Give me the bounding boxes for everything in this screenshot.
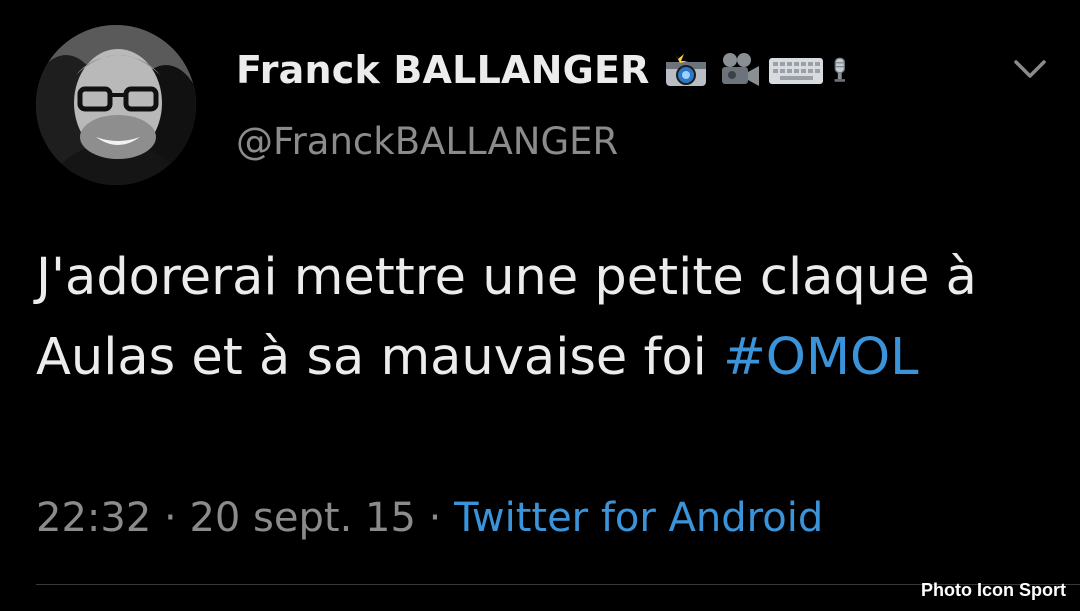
user-handle[interactable]: @FranckBALLANGER bbox=[236, 120, 618, 163]
display-name[interactable]: Franck BALLANGER bbox=[236, 48, 650, 92]
camera-flash-icon bbox=[665, 52, 706, 86]
avatar[interactable] bbox=[36, 25, 196, 185]
movie-camera-icon bbox=[721, 53, 759, 86]
display-name-row[interactable]: Franck BALLANGER bbox=[236, 44, 860, 96]
keyboard-icon bbox=[768, 58, 823, 84]
photo-credit-watermark: Photo Icon Sport bbox=[921, 580, 1066, 600]
microphone-icon bbox=[834, 57, 845, 82]
tweet-meta: 22:32 · 20 sept. 15 · Twitter for Androi… bbox=[36, 495, 823, 541]
hashtag-link[interactable]: #OMOL bbox=[723, 328, 918, 387]
tweet-time[interactable]: 22:32 bbox=[36, 495, 151, 541]
tweet-source-link[interactable]: Twitter for Android bbox=[454, 495, 823, 541]
meta-separator: · bbox=[164, 495, 177, 541]
tweet-text: J'adorerai mettre une petite claque à Au… bbox=[36, 238, 1036, 398]
name-emojis bbox=[664, 50, 860, 90]
tweet-date[interactable]: 20 sept. 15 bbox=[189, 495, 415, 541]
meta-separator: · bbox=[428, 495, 442, 541]
chevron-down-icon[interactable] bbox=[1010, 52, 1050, 86]
